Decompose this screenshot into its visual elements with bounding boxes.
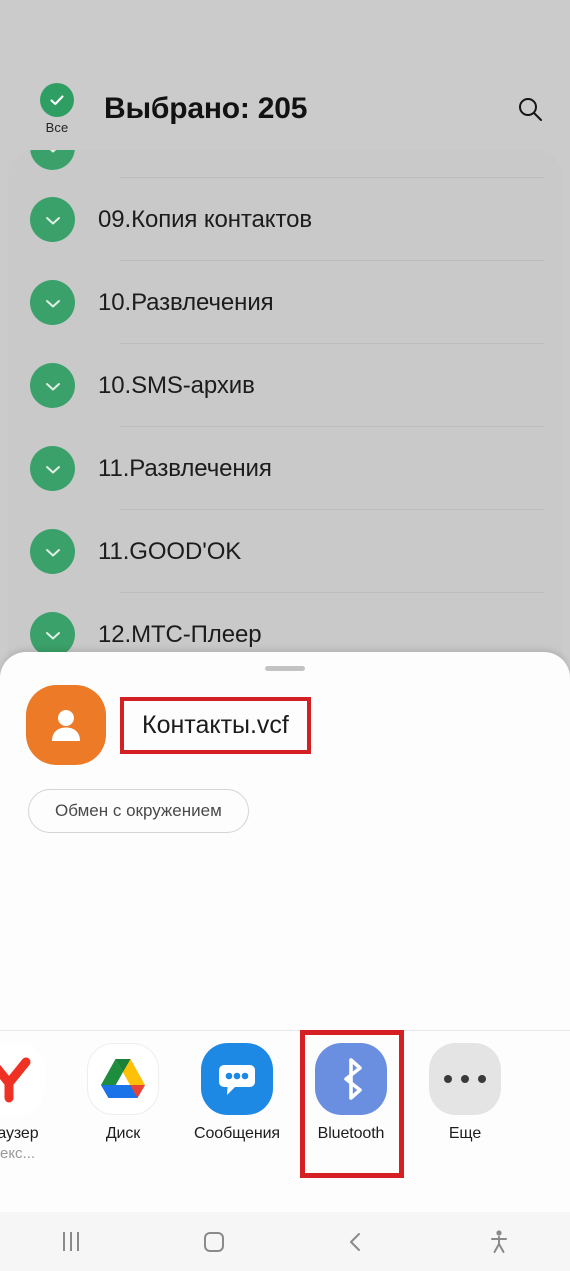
list-item[interactable]: 09.Копия контактов [8,178,562,261]
nav-home-button[interactable] [143,1212,286,1271]
checkmark-icon [45,216,60,224]
three-dots-icon [444,1075,486,1083]
share-target-label: Диск [105,1125,141,1142]
file-name: Контакты.vcf [142,710,289,739]
nav-back-button[interactable] [285,1212,428,1271]
list-item[interactable]: 11.GOOD'OK [8,510,562,593]
list-item[interactable]: 12.МТС-Плеер [8,593,562,660]
share-target-sublabel: ндекс... [0,1145,36,1162]
file-name-highlight: Контакты.vcf [120,696,311,754]
share-target-messages[interactable]: Сообщения [180,1031,294,1143]
share-target-label: браузер [0,1125,39,1142]
share-sheet: Контакты.vcf Обмен с окружением браузер … [0,652,570,1212]
system-navigation-bar [0,1212,570,1271]
bluetooth-icon [315,1043,387,1115]
more-dots-icon [429,1043,501,1115]
list-item-label: 11.GOOD'OK [98,537,242,565]
app-header: Все Выбрано: 205 [0,70,570,148]
checkmark-icon [45,382,60,390]
search-icon [519,98,542,121]
contacts-app-background: Все Выбрано: 205 09.Копия контактов 10.Р… [0,0,570,660]
list-item[interactable]: 10.Развлечения [8,261,562,344]
checkmark-icon [49,150,56,152]
nearby-share-chip[interactable]: Обмен с окружением [28,789,249,833]
yandex-browser-icon [0,1043,45,1115]
share-target-list: браузер ндекс... Диск [0,1030,570,1178]
page-title: Выбрано: 205 [104,92,308,125]
yandex-y-icon [0,1057,31,1103]
list-item-label: 10.SMS-архив [98,371,255,399]
contact-avatar-icon [26,685,106,765]
home-icon [203,1231,224,1252]
share-target-yandex-browser[interactable]: браузер ндекс... [0,1031,66,1162]
checkmark-icon [45,548,60,556]
recents-icon [63,1232,80,1251]
share-target-bluetooth[interactable]: Bluetooth [294,1030,408,1178]
speech-bubble-icon [219,1065,255,1095]
google-drive-icon [87,1043,159,1115]
checkmark-icon [50,95,64,106]
nav-recents-button[interactable] [0,1212,143,1271]
list-item-label: 11.Развлечения [98,454,272,482]
list-item-label: 09.Копия контактов [98,205,312,233]
checkmark-icon [45,631,60,639]
row-check-icon[interactable] [30,612,75,657]
list-item-label: 12.МТС-Плеер [98,620,262,648]
list-item-label: 10.Развлечения [98,288,274,316]
bluetooth-glyph-icon [344,1058,362,1100]
back-icon [350,1232,361,1251]
share-target-label: Еще [448,1125,482,1142]
contacts-list[interactable]: 09.Копия контактов 10.Развлечения 10.SMS… [8,150,562,660]
list-item[interactable] [8,150,562,178]
accessibility-icon [490,1229,507,1253]
row-check-icon[interactable] [30,280,75,325]
nav-accessibility-button[interactable] [428,1212,570,1271]
row-check-icon[interactable] [30,363,75,408]
share-target-more[interactable]: Еще [408,1031,522,1143]
select-all-label: Все [45,120,69,135]
row-check-icon[interactable] [30,446,75,491]
messages-icon [201,1043,273,1115]
search-button[interactable] [500,94,560,124]
select-all-button[interactable]: Все [24,83,90,135]
row-check-icon[interactable] [30,150,75,170]
drive-triangle-icon [101,1059,145,1098]
share-target-label: Сообщения [194,1125,280,1142]
shared-file-row: Контакты.vcf [0,671,570,765]
checkmark-icon [45,465,60,473]
share-target-label: Bluetooth [317,1125,385,1142]
checkmark-icon [45,299,60,307]
share-target-google-drive[interactable]: Диск [66,1031,180,1143]
list-item[interactable]: 11.Развлечения [8,427,562,510]
check-circle-icon [40,83,74,117]
row-check-icon[interactable] [30,529,75,574]
list-item[interactable]: 10.SMS-архив [8,344,562,427]
person-icon [52,710,80,741]
row-check-icon[interactable] [30,197,75,242]
